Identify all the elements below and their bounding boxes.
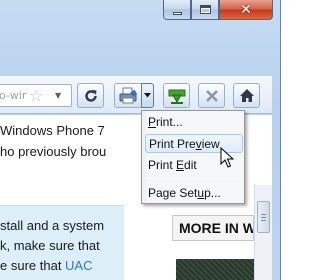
- maximize-icon: [199, 5, 211, 14]
- article-text-line: Windows Phone 7: [0, 123, 105, 138]
- article-text-line: e sure that UAC: [0, 258, 93, 273]
- menu-item-label: Print Edit: [148, 158, 197, 172]
- window-frame: ✕ o-wir ☆ ▼ Windows Phone 7 ho previousl…: [0, 0, 281, 280]
- refresh-icon: [84, 89, 97, 102]
- home-icon: [239, 89, 254, 102]
- menu-item-label: Page Setup...: [148, 186, 221, 200]
- download-icon: [168, 89, 185, 104]
- article-thumbnail[interactable]: [176, 259, 254, 280]
- accelerator-key: u: [197, 186, 205, 200]
- menu-item-page-setup[interactable]: Page Setup...: [145, 184, 243, 203]
- address-dropdown-icon[interactable]: ▼: [55, 91, 61, 100]
- grip-line: [261, 217, 266, 218]
- minimize-button[interactable]: [163, 0, 191, 20]
- address-text: o-wir: [0, 89, 27, 102]
- grip-line: [261, 214, 266, 215]
- print-icon: [119, 87, 138, 103]
- stop-icon: [205, 89, 218, 102]
- accelerator-key: P: [148, 115, 157, 129]
- scrollbar-thumb[interactable]: [257, 201, 270, 233]
- print-dropdown-button[interactable]: [141, 83, 154, 108]
- refresh-button[interactable]: [77, 83, 104, 108]
- article-text-line: stall and a system: [0, 218, 105, 233]
- home-button[interactable]: [233, 83, 260, 108]
- menu-separator: [148, 178, 240, 179]
- print-button[interactable]: [114, 83, 142, 108]
- menu-item-print[interactable]: Print...: [145, 113, 243, 132]
- more-in-heading: MORE IN W: [172, 215, 254, 241]
- download-button[interactable]: [163, 83, 190, 108]
- uac-link[interactable]: UAC: [65, 258, 92, 273]
- accelerator-key: v: [195, 137, 202, 151]
- close-icon: ✕: [240, 1, 252, 18]
- menu-item-label: Print Preview: [149, 137, 220, 151]
- close-button[interactable]: ✕: [219, 0, 273, 20]
- mouse-cursor-icon: [220, 147, 234, 168]
- caption-buttons: ✕: [163, 0, 273, 20]
- article-text-line: ho previously brou: [0, 144, 107, 159]
- article-text-line: k, make sure that: [0, 238, 100, 253]
- dropdown-arrow-icon: [144, 93, 151, 98]
- menu-item-label: Print...: [148, 115, 183, 129]
- accelerator-key: E: [176, 158, 185, 172]
- minimize-icon: [172, 12, 182, 15]
- favorite-star-icon[interactable]: ☆: [29, 86, 43, 105]
- text-fragment: e sure that: [0, 258, 66, 273]
- grip-line: [261, 220, 266, 221]
- vertical-scrollbar[interactable]: [254, 185, 272, 280]
- address-bar[interactable]: o-wir ☆ ▼: [0, 84, 72, 107]
- command-toolbar: o-wir ☆ ▼: [0, 76, 272, 114]
- maximize-button[interactable]: [191, 0, 219, 20]
- stop-button[interactable]: [198, 83, 225, 108]
